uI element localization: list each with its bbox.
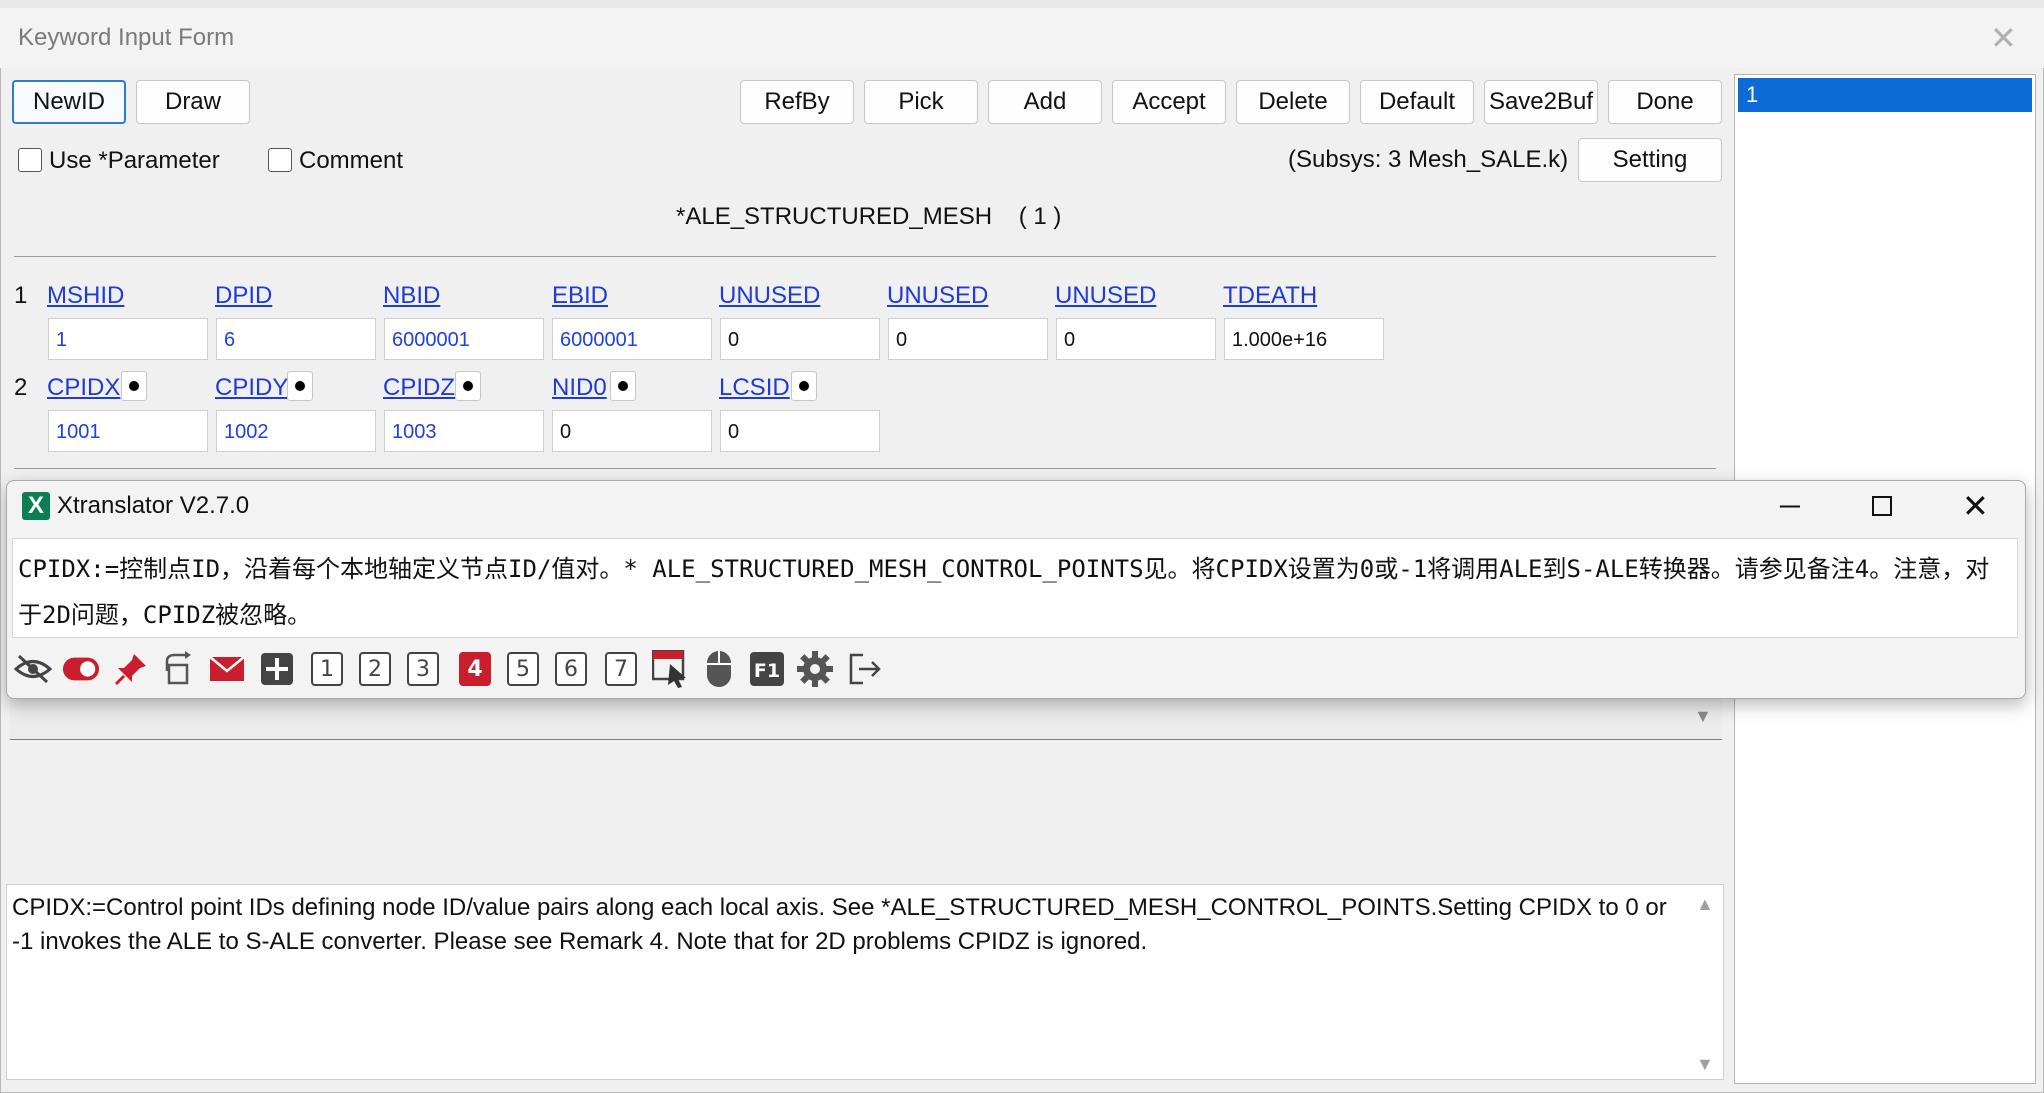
scroll-up-arrow-icon[interactable]: ▲ xyxy=(1696,894,1714,915)
field-label-tdeath[interactable]: TDEATH xyxy=(1223,282,1317,310)
delete-button[interactable]: Delete xyxy=(1236,80,1350,124)
select-cursor-icon[interactable] xyxy=(652,650,690,688)
maximize-icon[interactable] xyxy=(1872,496,1892,516)
plus-icon[interactable] xyxy=(258,650,296,688)
close-icon[interactable]: ✕ xyxy=(1990,18,2017,58)
f1-icon[interactable]: F1 xyxy=(748,650,786,688)
accept-button[interactable]: Accept xyxy=(1112,80,1226,124)
minimize-icon[interactable]: ─ xyxy=(1780,490,1800,522)
id-list-item-selected[interactable]: 1 xyxy=(1738,78,2032,112)
field-label-cpidy[interactable]: CPIDY xyxy=(215,374,288,402)
field-label-nid0[interactable]: NID0 xyxy=(552,374,607,402)
number-5-button[interactable]: 5 xyxy=(504,650,542,688)
number-4-icon: 4 xyxy=(459,652,491,686)
eye-off-icon[interactable] xyxy=(14,650,52,688)
nid0-input[interactable]: 0 xyxy=(552,410,712,452)
subsys-text: (Subsys: 3 Mesh_SALE.k) xyxy=(1288,146,1569,173)
mshid-input[interactable]: 1 xyxy=(48,318,208,360)
keyword-heading: *ALE_STRUCTURED_MESH ( 1 ) xyxy=(676,203,1062,230)
number-7-button[interactable]: 7 xyxy=(602,650,640,688)
window-title: Keyword Input Form xyxy=(18,24,235,51)
scroll-down-arrow-icon[interactable]: ▼ xyxy=(1696,1054,1714,1075)
cpidy-input[interactable]: 1002 xyxy=(216,410,376,452)
newid-button[interactable]: NewID xyxy=(12,80,126,124)
divider xyxy=(14,468,1716,469)
use-parameter-checkbox[interactable] xyxy=(18,148,42,172)
field-label-unused[interactable]: UNUSED xyxy=(1055,282,1156,310)
mail-icon[interactable] xyxy=(208,650,246,688)
nbid-input[interactable]: 6000001 xyxy=(384,318,544,360)
dpid-input[interactable]: 6 xyxy=(216,318,376,360)
cpidx-input[interactable]: 1001 xyxy=(48,410,208,452)
ebid-input[interactable]: 6000001 xyxy=(552,318,712,360)
field-label-cpidx[interactable]: CPIDX xyxy=(47,374,120,402)
field-label-dpid[interactable]: DPID xyxy=(215,282,272,310)
number-2-button[interactable]: 2 xyxy=(356,650,394,688)
cpidz-pick-icon[interactable] xyxy=(455,371,481,401)
svg-text:F1: F1 xyxy=(754,660,780,682)
comment-label: Comment xyxy=(299,147,404,174)
exit-icon[interactable] xyxy=(846,650,884,688)
number-1-button[interactable]: 1 xyxy=(308,650,346,688)
number-6-icon: 6 xyxy=(555,652,587,686)
scroll-down-arrow-icon[interactable]: ▼ xyxy=(1694,706,1712,727)
number-3-icon: 3 xyxy=(407,652,439,686)
xtranslator-logo: X xyxy=(22,492,50,520)
keyword-form-titlebar xyxy=(0,8,2044,68)
cpidz-input[interactable]: 1003 xyxy=(384,410,544,452)
unused-input[interactable]: 0 xyxy=(720,318,880,360)
comment-checkbox[interactable] xyxy=(268,148,292,172)
pin-icon[interactable] xyxy=(112,650,150,688)
lcsid-pick-icon[interactable] xyxy=(791,371,817,401)
unused-input[interactable]: 0 xyxy=(1056,318,1216,360)
field-label-cpidz[interactable]: CPIDZ xyxy=(383,374,455,402)
cpidx-pick-icon[interactable] xyxy=(121,371,147,401)
card-row-number: 2 xyxy=(14,374,28,401)
save2buf-button[interactable]: Save2Buf xyxy=(1484,80,1598,124)
translation-text[interactable]: CPIDX:=控制点ID，沿着每个本地轴定义节点ID/值对。* ALE_STRU… xyxy=(18,546,2008,638)
field-label-nbid[interactable]: NBID xyxy=(383,282,440,310)
number-5-icon: 5 xyxy=(507,652,539,686)
field-label-ebid[interactable]: EBID xyxy=(552,282,608,310)
number-2-icon: 2 xyxy=(359,652,391,686)
field-description: CPIDX:=Control point IDs defining node I… xyxy=(12,894,1667,955)
field-label-unused[interactable]: UNUSED xyxy=(887,282,988,310)
number-1-icon: 1 xyxy=(311,652,343,686)
pick-button[interactable]: Pick xyxy=(864,80,978,124)
field-label-lcsid[interactable]: LCSID xyxy=(719,374,790,402)
number-7-icon: 7 xyxy=(605,652,637,686)
card-row-number: 1 xyxy=(14,282,28,309)
draw-button[interactable]: Draw xyxy=(136,80,250,124)
field-label-unused[interactable]: UNUSED xyxy=(719,282,820,310)
close-icon[interactable]: ✕ xyxy=(1962,487,1989,525)
nid0-pick-icon[interactable] xyxy=(610,371,636,401)
lcsid-input[interactable]: 0 xyxy=(720,410,880,452)
mouse-icon[interactable] xyxy=(700,650,738,688)
use-parameter-label: Use *Parameter xyxy=(49,147,220,174)
number-6-button[interactable]: 6 xyxy=(552,650,590,688)
refresh-icon[interactable] xyxy=(160,650,198,688)
refby-button[interactable]: RefBy xyxy=(740,80,854,124)
toggle-icon[interactable] xyxy=(62,650,100,688)
field-label-mshid[interactable]: MSHID xyxy=(47,282,124,310)
add-button[interactable]: Add xyxy=(988,80,1102,124)
cpidy-pick-icon[interactable] xyxy=(287,371,313,401)
number-3-button[interactable]: 3 xyxy=(404,650,442,688)
done-button[interactable]: Done xyxy=(1608,80,1722,124)
number-4-button[interactable]: 4 xyxy=(456,650,494,688)
gear-icon[interactable] xyxy=(796,650,834,688)
divider xyxy=(14,256,1716,257)
tdeath-input[interactable]: 1.000e+16 xyxy=(1224,318,1384,360)
xtranslator-title: Xtranslator V2.7.0 xyxy=(57,492,250,519)
default-button[interactable]: Default xyxy=(1360,80,1474,124)
setting-button[interactable]: Setting xyxy=(1578,138,1722,182)
unused-input[interactable]: 0 xyxy=(888,318,1048,360)
